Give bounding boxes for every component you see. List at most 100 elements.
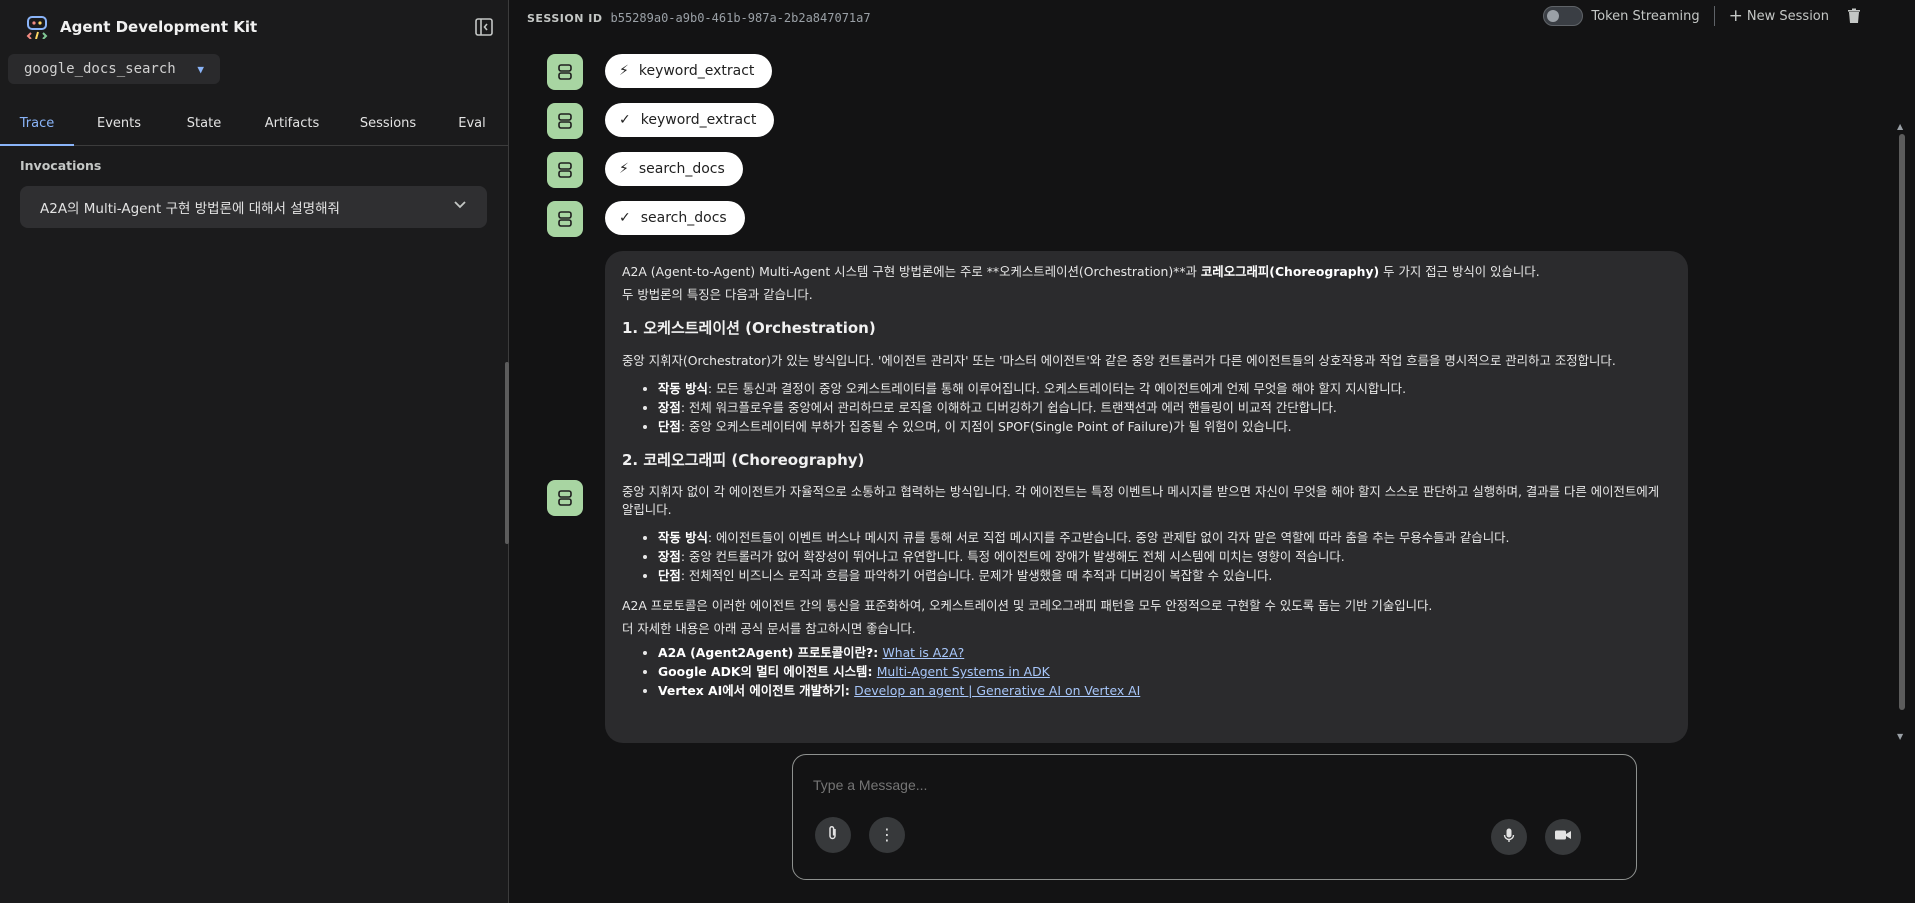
list-item: Vertex AI에서 에이전트 개발하기: Develop an agent … xyxy=(658,682,1671,700)
tab-trace[interactable]: Trace xyxy=(0,104,74,146)
chip-label: search_docs xyxy=(638,161,725,177)
collapse-sidebar-icon[interactable] xyxy=(474,17,494,37)
top-actions: Token Streaming + New Session xyxy=(1543,6,1885,26)
intro-text-end: 두 가지 접근 방식이 있습니다. xyxy=(1379,264,1540,279)
list-key: 장점 xyxy=(658,549,681,565)
list-key: 단점 xyxy=(658,418,681,434)
more-options-button[interactable]: ⋮ xyxy=(869,817,905,853)
orchestration-list: 작동 방식: 모든 통신과 결정이 중앙 오케스트레이터를 통해 이루어집니다.… xyxy=(658,380,1671,436)
agent-avatar-icon xyxy=(547,103,583,139)
choreography-list: 작동 방식: 에이전트들이 이벤트 버스나 메시지 큐를 통해 서로 직접 메시… xyxy=(658,529,1671,585)
attach-file-button[interactable] xyxy=(815,817,851,853)
list-key: 장점 xyxy=(658,399,681,415)
reference-list: A2A (Agent2Agent) 프로토콜이란?: What is A2A? … xyxy=(658,644,1671,700)
list-key: Google ADK의 멀티 에이전트 시스템 xyxy=(658,664,868,680)
agent-select[interactable]: google_docs_search ▼ xyxy=(8,54,220,84)
list-item: 단점: 중앙 오케스트레이터에 부하가 집중될 수 있으며, 이 지점이 SPO… xyxy=(658,418,1671,436)
function-response-chip[interactable]: ✓ keyword_extract xyxy=(605,103,775,137)
video-camera-button[interactable] xyxy=(1545,819,1581,855)
check-icon: ✓ xyxy=(619,210,631,226)
main-panel: SESSION ID b55289a0-a9b0-461b-987a-2b2a8… xyxy=(509,0,1915,903)
list-value: : 전체적인 비즈니스 로직과 흐름을 파악하기 어렵습니다. 문제가 발생했을… xyxy=(680,568,1273,584)
function-call-chip[interactable]: ⚡︎ keyword_extract xyxy=(605,54,773,88)
chat-scrollbar[interactable] xyxy=(1899,134,1905,710)
function-response-chip[interactable]: ✓ search_docs xyxy=(605,201,745,235)
reference-intro: 더 자세한 내용은 아래 공식 문서를 참고하시면 좋습니다. xyxy=(622,621,916,637)
list-key: Vertex AI에서 에이전트 개발하기 xyxy=(658,683,845,699)
bolt-icon: ⚡︎ xyxy=(619,63,629,79)
check-icon: ✓ xyxy=(619,112,631,128)
microphone-button[interactable] xyxy=(1491,819,1527,855)
colon: : xyxy=(867,664,877,680)
plus-icon: + xyxy=(1728,6,1743,26)
choreography-paragraph: 중앙 지휘자 없이 각 에이전트가 자율적으로 소통하고 협력하는 방식입니다.… xyxy=(622,484,1660,518)
chat-area: ⚡︎ keyword_extract ✓ keyword_extract ⚡︎ … xyxy=(509,36,1907,743)
colon: : xyxy=(844,683,855,699)
invocations-heading: Invocations xyxy=(20,158,102,173)
message-intro: A2A (Agent-to-Agent) Multi-Agent 시스템 구현 … xyxy=(622,263,1671,281)
sidebar-tabs: Trace Events State Artifacts Sessions Ev… xyxy=(0,104,508,146)
list-key: 단점 xyxy=(658,568,681,584)
intro-bold: 코레오그래피(Choreography) xyxy=(1200,264,1380,279)
video-camera-icon xyxy=(1554,827,1572,847)
token-streaming-toggle[interactable] xyxy=(1543,6,1584,26)
orchestration-paragraph: 중앙 지휘자(Orchestrator)가 있는 방식입니다. '에이전트 관리… xyxy=(622,352,1616,368)
list-key: A2A (Agent2Agent) 프로토콜이란? xyxy=(658,645,874,661)
message-input[interactable] xyxy=(813,777,1513,793)
agent-avatar-icon xyxy=(547,152,583,188)
list-value: : 모든 통신과 결정이 중앙 오케스트레이터를 통해 이루어집니다. 오케스트… xyxy=(707,380,1407,396)
bolt-icon: ⚡︎ xyxy=(619,161,629,177)
list-key: 작동 방식 xyxy=(658,530,708,546)
session-id-label: SESSION ID xyxy=(527,11,603,25)
link-vertex-ai-agent[interactable]: Develop an agent | Generative AI on Vert… xyxy=(854,683,1140,698)
list-item: 작동 방식: 모든 통신과 결정이 중앙 오케스트레이터를 통해 이루어집니다.… xyxy=(658,380,1671,398)
list-item: 단점: 전체적인 비즈니스 로직과 흐름을 파악하기 어렵습니다. 문제가 발생… xyxy=(658,567,1671,585)
agent-select-value: google_docs_search xyxy=(24,61,176,77)
agent-avatar-icon xyxy=(547,480,583,516)
list-value: : 전체 워크플로우를 중앙에서 관리하므로 로직을 이해하고 디버깅하기 쉽습… xyxy=(680,399,1337,415)
scroll-down-arrow-icon[interactable]: ▼ xyxy=(1897,732,1903,741)
list-value: : 중앙 컨트롤러가 없어 확장성이 뛰어나고 유연합니다. 특정 에이전트에 … xyxy=(680,549,1345,565)
link-what-is-a2a[interactable]: What is A2A? xyxy=(882,645,964,660)
new-session-button[interactable]: + New Session xyxy=(1729,6,1829,26)
message-composer: ⋮ xyxy=(792,754,1637,880)
scroll-up-arrow-icon[interactable]: ▲ xyxy=(1897,122,1903,131)
link-multi-agent-adk[interactable]: Multi-Agent Systems in ADK xyxy=(877,664,1050,679)
section-heading-orchestration: 1. 오케스트레이션 (Orchestration) xyxy=(622,318,876,337)
more-vert-icon: ⋮ xyxy=(879,825,895,844)
list-item: Google ADK의 멀티 에이전트 시스템: Multi-Agent Sys… xyxy=(658,663,1671,681)
new-session-label: New Session xyxy=(1746,8,1829,24)
agent-avatar-icon xyxy=(547,54,583,90)
microphone-icon xyxy=(1501,827,1517,847)
top-bar: SESSION ID b55289a0-a9b0-461b-987a-2b2a8… xyxy=(509,0,1915,36)
agent-message-bubble: A2A (Agent-to-Agent) Multi-Agent 시스템 구현 … xyxy=(605,251,1688,743)
tab-events[interactable]: Events xyxy=(74,104,164,145)
chip-label: keyword_extract xyxy=(640,112,757,128)
list-key: 작동 방식 xyxy=(658,380,708,396)
message-intro-2: 두 방법론의 특징은 다음과 같습니다. xyxy=(622,286,813,302)
agent-avatar-icon xyxy=(547,201,583,237)
tab-artifacts[interactable]: Artifacts xyxy=(244,104,340,145)
adk-logo-icon xyxy=(24,14,50,40)
invocation-item[interactable]: A2A의 Multi-Agent 구현 방법론에 대해서 설명해줘 xyxy=(20,186,487,228)
list-item: A2A (Agent2Agent) 프로토콜이란?: What is A2A? xyxy=(658,644,1671,662)
session-id-value: b55289a0-a9b0-461b-987a-2b2a847071a7 xyxy=(610,11,871,25)
paperclip-icon xyxy=(825,825,841,845)
intro-text: A2A (Agent-to-Agent) Multi-Agent 시스템 구현 … xyxy=(622,264,1201,279)
divider xyxy=(1713,6,1715,26)
chip-label: keyword_extract xyxy=(638,63,755,79)
a2a-summary: A2A 프로토콜은 이러한 에이전트 간의 통신을 표준화하여, 오케스트레이션… xyxy=(622,598,1433,614)
tab-state[interactable]: State xyxy=(164,104,244,145)
tab-sessions[interactable]: Sessions xyxy=(340,104,436,145)
tab-eval[interactable]: Eval xyxy=(436,104,508,145)
chip-label: search_docs xyxy=(640,210,727,226)
sidebar-header: Agent Development Kit xyxy=(0,0,508,54)
list-value: : 중앙 오케스트레이터에 부하가 집중될 수 있으며, 이 지점이 SPOF(… xyxy=(680,418,1292,434)
function-call-chip[interactable]: ⚡︎ search_docs xyxy=(605,152,743,186)
trash-icon[interactable] xyxy=(1845,7,1863,25)
list-value: : 에이전트들이 이벤트 버스나 메시지 큐를 통해 서로 직접 메시지를 주고… xyxy=(707,530,1510,546)
app-title: Agent Development Kit xyxy=(60,18,258,36)
app-root: Agent Development Kit google_docs_search… xyxy=(0,0,1915,903)
token-streaming-label: Token Streaming xyxy=(1591,8,1700,24)
section-heading-choreography: 2. 코레오그래피 (Choreography) xyxy=(622,450,865,469)
